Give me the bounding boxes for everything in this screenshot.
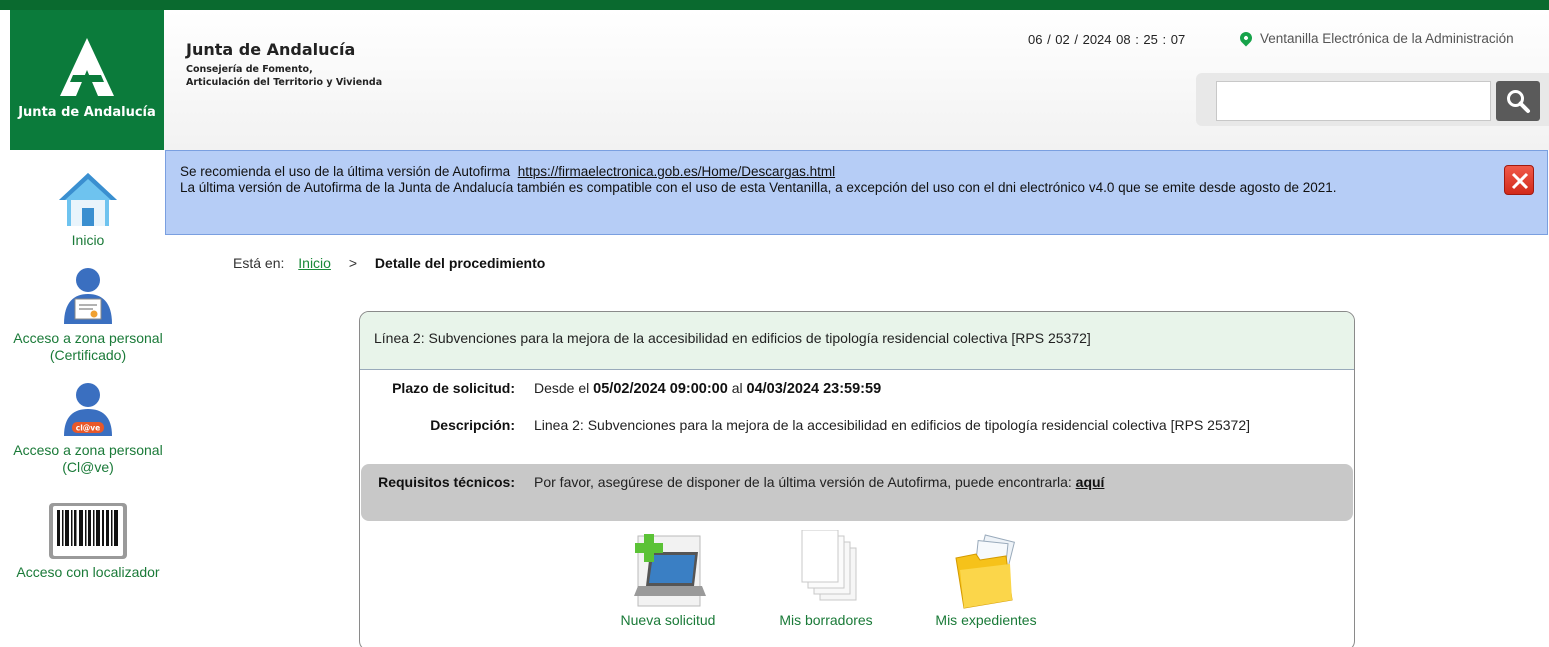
certificate-user-icon: [64, 268, 112, 324]
plazo-start: 05/02/2024 09:00:00: [593, 381, 728, 397]
nueva-solicitud-button[interactable]: Nueva solicitud: [608, 530, 728, 628]
datetime: 06 / 02 / 2024 08 : 25 : 07: [1028, 32, 1186, 47]
breadcrumb-current: Detalle del procedimiento: [374, 255, 546, 271]
sidebar-item-label: Acceso con localizador: [16, 564, 160, 580]
ventanilla-label: Ventanilla Electrónica de la Administrac…: [1260, 31, 1514, 46]
new-request-icon: [634, 534, 706, 607]
procedure-panel: Línea 2: Subvenciones para la mejora de …: [359, 311, 1355, 647]
logo[interactable]: Junta de Andalucía: [10, 10, 164, 150]
notice-line1: Se recomienda el uso de la última versió…: [180, 164, 511, 179]
sidebar-item-label: Inicio: [71, 232, 105, 248]
location-pin-icon: [1237, 29, 1255, 47]
breadcrumb: Está en: Inicio > Detalle del procedimie…: [233, 255, 545, 271]
drafts-icon: [801, 530, 857, 601]
autofirma-notice: Se recomienda el uso de la última versió…: [165, 150, 1548, 235]
plazo-end: 04/03/2024 23:59:59: [746, 381, 882, 397]
search-button[interactable]: [1496, 81, 1540, 121]
ventanilla-link[interactable]: Ventanilla Electrónica de la Administrac…: [1237, 29, 1514, 47]
folder-icon: [955, 534, 1015, 609]
mis-expedientes-label: Mis expedientes: [935, 612, 1037, 628]
requisitos-row: Requisitos técnicos: Por favor, asegúres…: [361, 464, 1353, 521]
sidebar-item-clave[interactable]: cl@ve Acceso a zona personal (Cl@ve): [0, 382, 176, 476]
top-bar: [0, 0, 1549, 10]
breadcrumb-home-link[interactable]: Inicio: [298, 255, 331, 271]
org-name: Junta de Andalucía: [186, 40, 356, 59]
breadcrumb-prefix: Está en:: [233, 255, 285, 271]
descripcion-row: Descripción: Linea 2: Subvenciones para …: [360, 417, 1354, 457]
search-box: [1196, 73, 1549, 126]
clave-user-icon: cl@ve: [64, 383, 112, 436]
mis-expedientes-button[interactable]: Mis expedientes: [926, 530, 1046, 628]
mis-borradores-label: Mis borradores: [779, 612, 873, 628]
plazo-desde: Desde el: [534, 380, 590, 396]
requisitos-value: Por favor, asegúrese de disponer de la ú…: [534, 474, 1309, 490]
sidebar-item-label: Acceso a zona personal (Cl@ve): [13, 442, 163, 475]
procedure-title: Línea 2: Subvenciones para la mejora de …: [360, 312, 1354, 370]
close-notice-button[interactable]: [1504, 165, 1534, 195]
svg-text:cl@ve: cl@ve: [76, 424, 101, 433]
descripcion-value: Linea 2: Subvenciones para la mejora de …: [534, 417, 1250, 433]
mis-borradores-button[interactable]: Mis borradores: [766, 530, 886, 628]
barcode-icon: [49, 503, 127, 559]
search-input[interactable]: [1216, 81, 1491, 121]
home-icon: [59, 173, 117, 226]
plazo-row: Plazo de solicitud: Desde el 05/02/2024 …: [360, 380, 1354, 402]
logo-text: Junta de Andalucía: [18, 105, 156, 120]
autofirma-aqui-link[interactable]: aquí: [1076, 474, 1105, 490]
org-department: Consejería de Fomento, Articulación del …: [186, 64, 383, 88]
requisitos-text: Por favor, asegúrese de disponer de la ú…: [534, 474, 1072, 490]
nueva-solicitud-label: Nueva solicitud: [620, 612, 716, 628]
junta-logo-icon: [60, 38, 114, 96]
sidebar-item-localizador[interactable]: Acceso con localizador: [0, 502, 176, 581]
sidebar-item-inicio[interactable]: Inicio: [0, 170, 176, 249]
breadcrumb-separator: >: [348, 255, 358, 271]
plazo-label: Plazo de solicitud:: [392, 380, 515, 396]
requisitos-label: Requisitos técnicos:: [378, 474, 515, 490]
sidebar-item-label: Acceso a zona personal (Certificado): [13, 330, 163, 363]
descripcion-label: Descripción:: [430, 417, 515, 433]
close-icon: [1511, 172, 1529, 190]
plazo-value: Desde el 05/02/2024 09:00:00 al 04/03/20…: [534, 380, 1309, 397]
autofirma-download-link[interactable]: https://firmaelectronica.gob.es/Home/Des…: [518, 164, 835, 179]
header: Junta de Andalucía Consejería de Fomento…: [164, 10, 1549, 150]
search-icon: [1507, 90, 1530, 113]
sidebar-item-certificado[interactable]: Acceso a zona personal (Certificado): [0, 266, 176, 364]
notice-line2: La última versión de Autofirma de la Jun…: [180, 180, 1337, 195]
plazo-al: al: [731, 380, 743, 396]
